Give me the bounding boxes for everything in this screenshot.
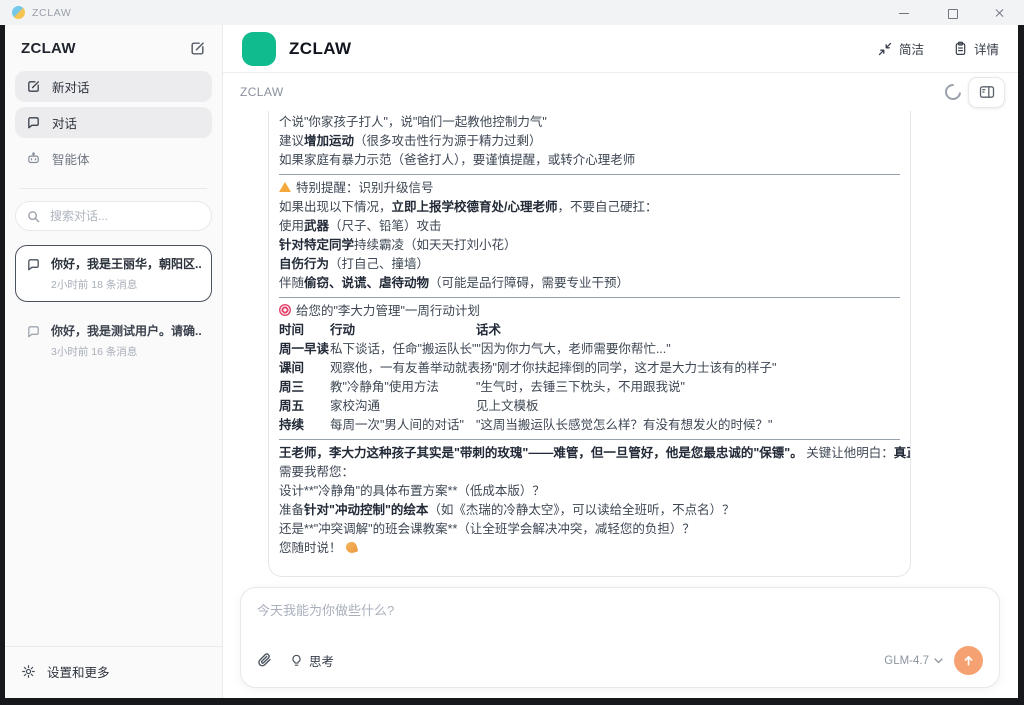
warning-emoji	[279, 182, 291, 192]
message-paragraph: 个说"你家孩子打人"，说"咱们一起教他控制力气"	[279, 113, 900, 132]
conversation-meta: 2小时前 18 条消息	[51, 277, 201, 292]
brand-logo-icon	[242, 32, 276, 66]
message-paragraph: 针对特定同学持续霸凌（如天天打刘小花）	[279, 236, 900, 255]
sidebar-title: ZCLAW	[21, 40, 76, 57]
message-paragraph: 自伤行为（打自己、撞墙）	[279, 255, 900, 274]
message-divider	[279, 439, 900, 440]
conversation-item[interactable]: 你好，我是王丽华，朝阳区... 2小时前 18 条消息	[15, 245, 212, 302]
assistant-message-card: 个说"你家孩子打人"，说"咱们一起教他控制力气"建议增加运动（很多攻击性行为源于…	[268, 111, 911, 577]
message-table-row: 持续每周一次"男人间的对话""这周当搬运队长感觉怎么样？有没有想发火的时候？"	[279, 416, 900, 435]
sidebar-divider	[20, 188, 207, 189]
conversation-title: 你好，我是测试用户。请确...	[51, 322, 201, 339]
loading-ring-icon	[942, 81, 965, 104]
brand-name: ZCLAW	[289, 39, 351, 59]
clipboard-icon	[954, 41, 967, 56]
brand: ZCLAW	[242, 32, 351, 66]
agent-label: ZCLAW	[240, 85, 284, 99]
compose-icon	[26, 79, 41, 94]
attachment-icon[interactable]	[257, 652, 273, 669]
sidebar-nav: 新对话对话智能体	[5, 69, 222, 176]
conversation-list: 你好，我是王丽华，朝阳区...2小时前 18 条消息你好，我是测试用户。请确..…	[5, 233, 222, 369]
message-paragraph: 如果出现以下情况，立即上报学校德育处/心理老师，不要自己硬扛：	[279, 198, 900, 217]
message-divider	[279, 174, 900, 175]
maximize-button[interactable]	[946, 7, 958, 19]
message-table-row: 周五家校沟通见上文模板	[279, 397, 900, 416]
sidebar-header: ZCLAW	[5, 25, 222, 69]
search-icon	[27, 210, 40, 223]
message-paragraph: 准备针对"冲动控制"的绘本（如《杰瑞的冷静太空》，可以读给全班听，不点名）？	[279, 501, 900, 520]
chat-bubble-icon	[26, 257, 41, 272]
sidebar-item-new-chat[interactable]: 新对话	[15, 71, 212, 102]
settings-label: 设置和更多	[47, 662, 110, 681]
close-button[interactable]	[994, 7, 1006, 19]
conversation-meta: 3小时前 16 条消息	[51, 344, 201, 359]
app-window: ZCLAW 新对话对话智能体 你好，我是王丽华，朝阳区... 2小时前 18 条消…	[5, 25, 1018, 698]
sidebar-item-label: 对话	[52, 113, 77, 132]
message-paragraph: 如果家庭有暴力示范（爸爸打人），要谨慎提醒，或转介心理老师	[279, 151, 900, 170]
message-paragraph: 需要我帮您：	[279, 463, 900, 482]
window-titlebar: ZCLAW	[0, 0, 1024, 25]
message-divider	[279, 297, 900, 298]
gear-icon	[21, 664, 36, 679]
sidebar-item-label: 智能体	[52, 149, 90, 168]
muscle-emoji	[344, 541, 357, 554]
think-toggle[interactable]: 思考	[290, 651, 334, 670]
message-paragraph: 还是**"冲突调解"的班会课教案**（让全班学会解决冲突，减轻您的负担）？	[279, 520, 900, 539]
sidebar-item-label: 新对话	[52, 77, 90, 96]
robot-icon	[26, 151, 41, 166]
main-header: ZCLAW 简洁 详情	[223, 25, 1018, 73]
message-paragraph: 给您的"李大力管理"一周行动计划	[279, 302, 900, 321]
model-selector[interactable]: GLM-4.7	[884, 655, 943, 667]
subheader-controls	[945, 77, 1005, 108]
window-title: ZCLAW	[32, 7, 71, 19]
header-actions: 简洁 详情	[878, 39, 999, 58]
collapse-icon	[878, 42, 892, 56]
message-paragraph: 建议增加运动（很多攻击性行为源于精力过剩）	[279, 132, 900, 151]
message-table-header: 时间行动话术	[279, 321, 900, 340]
detail-view-button[interactable]: 详情	[954, 39, 999, 58]
compact-view-button[interactable]: 简洁	[878, 39, 924, 58]
message-paragraph: 您随时说！	[279, 539, 900, 558]
message-table-row: 课间观察他，一有友善举动就表扬"刚才你扶起摔倒的同学，这才是大力士该有的样子"	[279, 359, 900, 378]
message-paragraph: 特别提醒：识别升级信号	[279, 179, 900, 198]
chat-icon	[26, 115, 41, 130]
target-emoji	[279, 304, 291, 316]
main-panel: ZCLAW 简洁 详情 ZCLAW 个说"你家孩子打人"，说"咱们一起教他控制力气…	[223, 25, 1018, 698]
sidebar: ZCLAW 新对话对话智能体 你好，我是王丽华，朝阳区... 2小时前 18 条消…	[5, 25, 223, 698]
chat-subheader: ZCLAW	[223, 73, 1018, 111]
send-button[interactable]	[954, 646, 983, 675]
conversation-title: 你好，我是王丽华，朝阳区...	[51, 255, 201, 272]
assistant-message-body: 个说"你家孩子打人"，说"咱们一起教他控制力气"建议增加运动（很多攻击性行为源于…	[279, 113, 900, 558]
header-action-label: 详情	[974, 39, 999, 58]
think-label: 思考	[309, 651, 334, 670]
search-input[interactable]	[48, 208, 200, 224]
search-box	[15, 201, 212, 231]
conversation-item[interactable]: 你好，我是测试用户。请确... 3小时前 16 条消息	[15, 312, 212, 369]
toggle-panel-button[interactable]	[968, 77, 1005, 108]
new-chat-compose-icon[interactable]	[189, 40, 206, 57]
minimize-button[interactable]	[898, 7, 910, 19]
chevron-down-icon	[934, 658, 943, 664]
message-paragraph: 伴随偷窃、说谎、虐待动物（可能是品行障碍，需要专业干预）	[279, 274, 900, 293]
chat-bubble-icon	[26, 324, 41, 339]
sidebar-item-agents[interactable]: 智能体	[15, 143, 212, 174]
lightbulb-icon	[290, 654, 303, 668]
app-logo-icon	[12, 6, 25, 19]
message-table-row: 周三教"冷静角"使用方法"生气时，去锤三下枕头，不用跟我说"	[279, 378, 900, 397]
header-action-label: 简洁	[899, 39, 924, 58]
message-table-row: 周一早读私下谈话，任命"搬运队长""因为你力气大，老师需要你帮忙..."	[279, 340, 900, 359]
composer: 思考 GLM-4.7	[240, 587, 1000, 688]
sidebar-item-chats[interactable]: 对话	[15, 107, 212, 138]
chat-scroll-area[interactable]: 个说"你家孩子打人"，说"咱们一起教他控制力气"建议增加运动（很多攻击性行为源于…	[223, 111, 1018, 581]
settings-item[interactable]: 设置和更多	[5, 646, 222, 698]
message-paragraph: 使用武器（尺子、铅笔）攻击	[279, 217, 900, 236]
window-controls	[898, 7, 1012, 19]
model-label: GLM-4.7	[884, 655, 929, 667]
composer-toolbar: 思考 GLM-4.7	[257, 646, 983, 675]
message-paragraph: 设计**"冷静角"的具体布置方案**（低成本版）？	[279, 482, 900, 501]
message-paragraph: 王老师，李大力这种孩子其实是"带刺的玫瑰"——难管，但一旦管好，他是您最忠诚的"…	[279, 444, 900, 463]
message-input[interactable]	[257, 603, 983, 618]
